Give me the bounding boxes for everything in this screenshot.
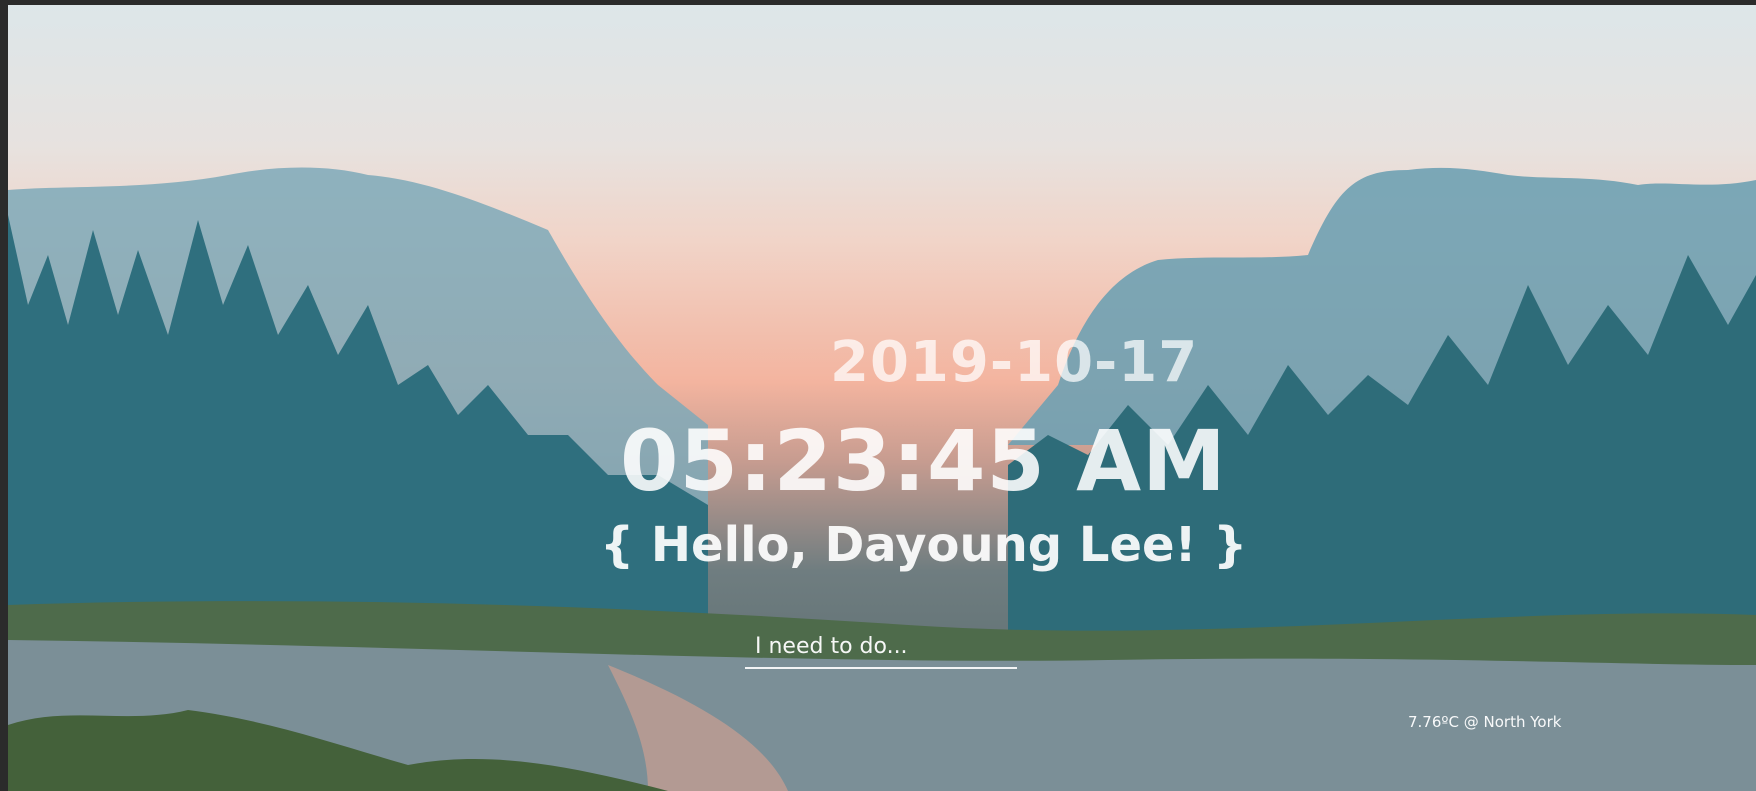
time-display: 05:23:45 AM xyxy=(620,412,1227,510)
greeting-text: { Hello, Dayoung Lee! } xyxy=(600,517,1248,573)
weather-location: North York xyxy=(1483,713,1562,731)
weather-separator: @ xyxy=(1463,713,1479,731)
weather-widget: 7.76ºC @ North York xyxy=(1408,713,1561,731)
weather-temperature: 7.76ºC xyxy=(1408,713,1459,731)
todo-input[interactable] xyxy=(745,625,1017,669)
new-tab-dashboard: 2019-10-17 05:23:45 AM { Hello, Dayoung … xyxy=(0,0,1756,791)
date-display: 2019-10-17 xyxy=(830,330,1199,395)
